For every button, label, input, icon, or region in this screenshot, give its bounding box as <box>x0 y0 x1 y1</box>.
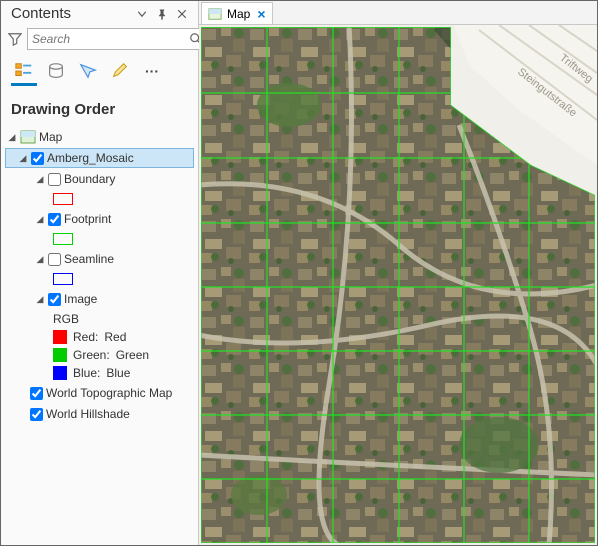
visibility-checkbox[interactable] <box>31 152 44 165</box>
tab-close-button[interactable]: × <box>257 7 265 21</box>
footprint-swatch-row <box>5 230 194 248</box>
band-label: Red: <box>73 330 98 344</box>
node-label: Image <box>64 292 97 306</box>
green-swatch[interactable] <box>53 348 67 362</box>
visibility-checkbox[interactable] <box>48 293 61 306</box>
tree-topo-node[interactable]: ◢ World Topographic Map <box>5 383 194 403</box>
contents-title: Contents <box>11 5 130 22</box>
caret-icon[interactable]: ◢ <box>35 174 45 185</box>
node-label: Boundary <box>64 172 115 186</box>
band-value: Blue <box>106 366 130 380</box>
caret-icon[interactable]: ◢ <box>7 132 17 143</box>
node-label: World Hillshade <box>46 407 130 421</box>
search-input[interactable] <box>32 32 189 46</box>
tree-hillshade-node[interactable]: ◢ World Hillshade <box>5 404 194 424</box>
tab-label: Map <box>227 7 250 21</box>
tree-map-node[interactable]: ◢ Map <box>5 127 194 147</box>
rgb-title-row: RGB <box>5 310 194 328</box>
blue-swatch[interactable] <box>53 366 67 380</box>
band-value: Red <box>104 330 126 344</box>
tree-footprint-node[interactable]: ◢ Footprint <box>5 209 194 229</box>
caret-icon[interactable]: ◢ <box>35 254 45 265</box>
band-label: Green: <box>73 348 110 362</box>
visibility-checkbox[interactable] <box>48 253 61 266</box>
footprint-swatch[interactable] <box>53 233 73 245</box>
filter-icon[interactable] <box>7 31 23 47</box>
list-by-drawing-order-button[interactable] <box>13 60 35 82</box>
contents-panel: Contents ▾ <box>1 1 199 545</box>
rgb-title: RGB <box>53 312 79 326</box>
map-area: Map × Steingutstraße Triftweg <box>199 1 597 545</box>
visibility-checkbox[interactable] <box>48 213 61 226</box>
map-canvas: Steingutstraße Triftweg <box>199 25 597 545</box>
rgb-red-row: Red: Red <box>5 328 194 346</box>
caret-icon[interactable]: ◢ <box>35 294 45 305</box>
map-tab-icon <box>208 7 222 21</box>
section-title: Drawing Order <box>1 91 198 126</box>
contents-panel-header: Contents <box>1 1 198 26</box>
close-panel-button[interactable] <box>174 6 190 22</box>
caret-icon[interactable]: ◢ <box>18 153 28 164</box>
seamline-swatch[interactable] <box>53 273 73 285</box>
visibility-checkbox[interactable] <box>48 173 61 186</box>
auto-hide-button[interactable] <box>134 6 150 22</box>
tree-boundary-node[interactable]: ◢ Boundary <box>5 169 194 189</box>
seamline-swatch-row <box>5 270 194 288</box>
red-swatch[interactable] <box>53 330 67 344</box>
node-label: Seamline <box>64 252 114 266</box>
node-label: Map <box>39 130 62 144</box>
band-label: Blue: <box>73 366 100 380</box>
node-label: Amberg_Mosaic <box>47 151 134 165</box>
node-label: World Topographic Map <box>46 386 172 400</box>
boundary-swatch-row <box>5 190 194 208</box>
more-options-button[interactable]: ··· <box>145 63 159 79</box>
map-icon <box>20 129 36 145</box>
band-value: Green <box>116 348 149 362</box>
node-label: Footprint <box>64 212 111 226</box>
layer-tree: ◢ Map ◢ Amberg_Mosaic ◢ Boundary <box>1 126 198 545</box>
map-tab[interactable]: Map × <box>201 2 273 24</box>
map-tab-bar: Map × <box>199 1 597 25</box>
map-view[interactable]: Steingutstraße Triftweg <box>199 25 597 545</box>
rgb-blue-row: Blue: Blue <box>5 364 194 382</box>
rgb-green-row: Green: Green <box>5 346 194 364</box>
tree-seamline-node[interactable]: ◢ Seamline <box>5 249 194 269</box>
list-by-selection-button[interactable] <box>77 60 99 82</box>
tree-image-node[interactable]: ◢ Image <box>5 289 194 309</box>
caret-icon[interactable]: ◢ <box>35 214 45 225</box>
search-wrap: ▾ <box>27 28 215 50</box>
visibility-checkbox[interactable] <box>30 387 43 400</box>
visibility-checkbox[interactable] <box>30 408 43 421</box>
tree-mosaic-node[interactable]: ◢ Amberg_Mosaic <box>5 148 194 168</box>
pin-button[interactable] <box>154 6 170 22</box>
list-by-data-source-button[interactable] <box>45 60 67 82</box>
boundary-swatch[interactable] <box>53 193 73 205</box>
view-mode-toolbar: ··· <box>1 56 198 91</box>
list-by-editing-button[interactable] <box>109 60 131 82</box>
